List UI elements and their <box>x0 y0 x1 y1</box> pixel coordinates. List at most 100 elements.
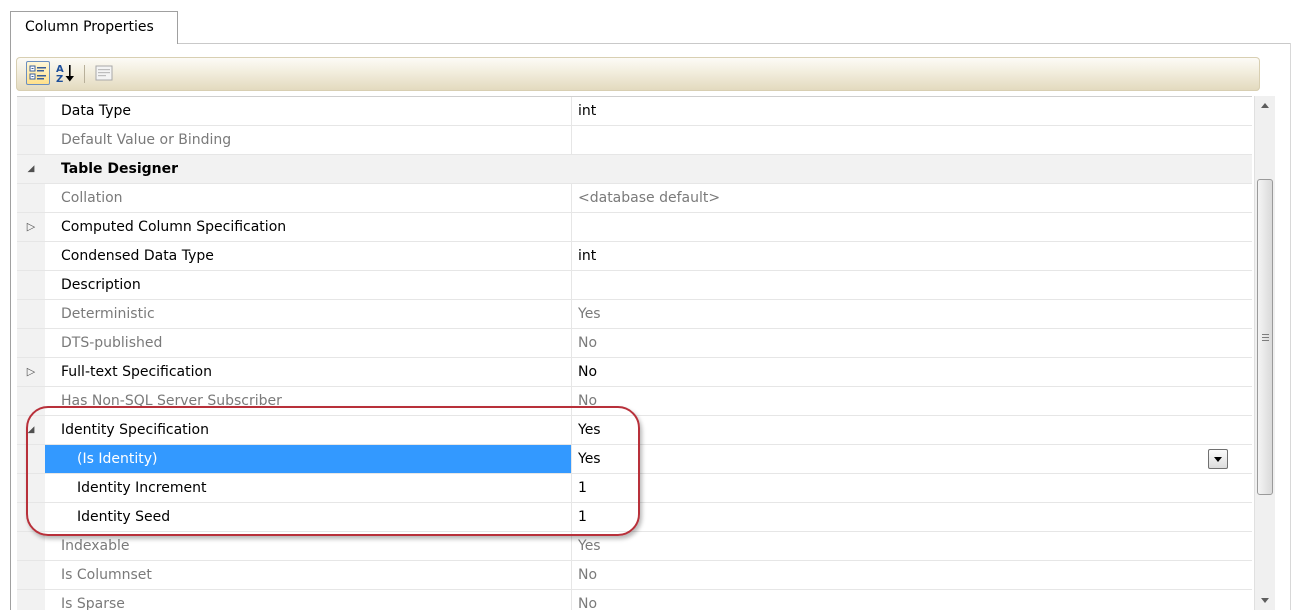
property-row[interactable]: (Is Identity) Yes <box>17 445 1252 474</box>
property-row[interactable]: DTS-published No <box>17 329 1252 358</box>
property-row[interactable]: Default Value or Binding <box>17 126 1252 155</box>
row-gutter <box>17 474 45 502</box>
row-gutter <box>17 300 45 328</box>
tab-label: Column Properties <box>25 19 154 35</box>
column-divider <box>571 590 572 610</box>
property-row[interactable]: ◢ Identity Specification Yes <box>17 416 1252 445</box>
grip-line <box>1262 334 1269 335</box>
expand-triangle-icon[interactable]: ▷ <box>24 364 38 380</box>
row-gutter <box>17 445 45 473</box>
property-grid: Data Type int Default Value or Binding ◢ Tab… <box>17 96 1252 610</box>
property-value[interactable]: Yes <box>578 416 601 444</box>
property-row[interactable]: Is Columnset No <box>17 561 1252 590</box>
row-gutter <box>17 590 45 610</box>
property-name-cell[interactable] <box>45 184 571 212</box>
alphabetical-sort-button[interactable]: A Z <box>54 61 78 85</box>
property-name: Description <box>61 277 141 293</box>
row-gutter <box>17 184 45 212</box>
property-pages-icon <box>95 65 113 81</box>
column-divider <box>571 445 572 473</box>
column-divider <box>571 300 572 328</box>
row-gutter <box>17 329 45 357</box>
column-properties-window: Column Properties A Z Data Type int Defa… <box>0 0 1291 610</box>
column-divider <box>571 97 572 125</box>
property-name: Computed Column Specification <box>61 219 287 235</box>
property-name: Identity Seed <box>77 509 171 525</box>
row-gutter <box>17 387 45 415</box>
property-name: Full-text Specification <box>61 364 212 380</box>
column-divider <box>571 213 572 241</box>
property-value[interactable]: No <box>578 590 597 610</box>
property-row[interactable]: Is Sparse No <box>17 590 1252 610</box>
expand-triangle-icon[interactable]: ▷ <box>24 219 38 235</box>
property-row[interactable]: Data Type int <box>17 97 1252 126</box>
property-row[interactable]: Has Non-SQL Server Subscriber No <box>17 387 1252 416</box>
property-value[interactable]: No <box>578 329 597 357</box>
property-name: Table Designer <box>61 161 179 177</box>
property-name: Is Sparse <box>61 596 125 610</box>
column-divider <box>571 271 572 299</box>
sort-az-icon: A Z <box>56 64 74 85</box>
row-gutter <box>17 242 45 270</box>
categorized-view-button[interactable] <box>26 61 50 85</box>
property-name: Data Type <box>61 103 132 119</box>
property-name: Identity Specification <box>61 422 209 438</box>
property-row[interactable]: Collation <database default> <box>17 184 1252 213</box>
collapse-triangle-icon[interactable]: ◢ <box>24 422 38 438</box>
property-row[interactable]: Identity Increment 1 <box>17 474 1252 503</box>
tab-column-properties[interactable]: Column Properties <box>10 11 178 44</box>
property-row[interactable]: Condensed Data Type int <box>17 242 1252 271</box>
property-value[interactable]: int <box>578 242 596 270</box>
scroll-up-arrow-icon[interactable] <box>1255 96 1275 114</box>
grip-line <box>1262 337 1269 338</box>
property-value[interactable]: Yes <box>578 532 601 560</box>
property-name: Deterministic <box>61 306 155 322</box>
property-name: Condensed Data Type <box>61 248 214 264</box>
column-divider <box>571 358 572 386</box>
column-divider <box>571 329 572 357</box>
property-value[interactable]: No <box>578 358 597 386</box>
property-value[interactable]: Yes <box>578 445 601 473</box>
property-value[interactable]: 1 <box>578 503 587 531</box>
category-row[interactable]: ◢ Table Designer <box>17 155 1252 184</box>
scroll-down-arrow-icon[interactable] <box>1255 592 1275 610</box>
row-gutter <box>17 503 45 531</box>
property-row[interactable]: ▷ Computed Column Specification <box>17 213 1252 242</box>
column-divider <box>571 387 572 415</box>
column-divider <box>571 184 572 212</box>
row-gutter <box>17 532 45 560</box>
row-gutter <box>17 271 45 299</box>
scroll-thumb[interactable] <box>1257 179 1273 495</box>
column-divider <box>571 474 572 502</box>
row-gutter <box>17 561 45 589</box>
column-divider <box>571 242 572 270</box>
vertical-scrollbar[interactable] <box>1254 96 1275 610</box>
row-gutter <box>17 126 45 154</box>
property-row[interactable]: Description <box>17 271 1252 300</box>
property-value[interactable]: int <box>578 97 596 125</box>
property-row[interactable]: Indexable Yes <box>17 532 1252 561</box>
svg-text:Z: Z <box>56 74 63 85</box>
property-row[interactable]: Identity Seed 1 <box>17 503 1252 532</box>
property-value[interactable]: <database default> <box>578 184 720 212</box>
property-pages-button[interactable] <box>92 61 116 85</box>
grip-line <box>1262 340 1269 341</box>
value-dropdown-button[interactable] <box>1208 449 1228 469</box>
property-value[interactable]: Yes <box>578 300 601 328</box>
property-value[interactable]: 1 <box>578 474 587 502</box>
property-name: Default Value or Binding <box>61 132 232 148</box>
property-value[interactable]: No <box>578 387 597 415</box>
property-name: Has Non-SQL Server Subscriber <box>61 393 282 409</box>
column-divider <box>571 561 572 589</box>
row-gutter <box>17 97 45 125</box>
property-name: Identity Increment <box>77 480 207 496</box>
property-name: Is Columnset <box>61 567 152 583</box>
column-divider <box>571 503 572 531</box>
property-name: (Is Identity) <box>77 451 158 467</box>
property-row[interactable]: ▷ Full-text Specification No <box>17 358 1252 387</box>
property-row[interactable]: Deterministic Yes <box>17 300 1252 329</box>
property-name: Collation <box>61 190 123 206</box>
property-value[interactable]: No <box>578 561 597 589</box>
property-name: Indexable <box>61 538 130 554</box>
collapse-triangle-icon[interactable]: ◢ <box>24 161 38 177</box>
